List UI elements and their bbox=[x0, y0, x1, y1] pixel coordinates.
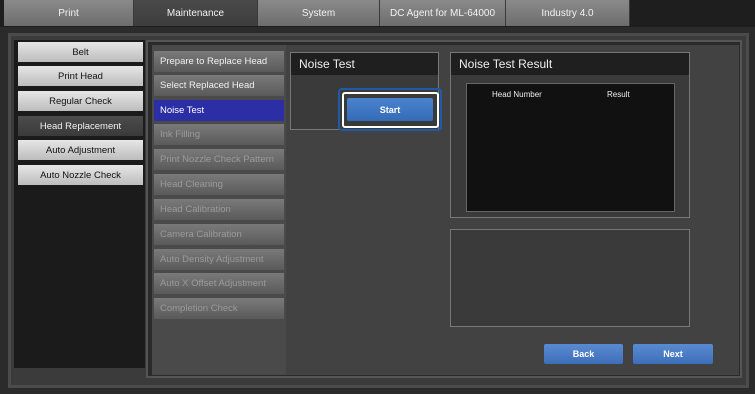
step-head-calibration[interactable]: Head Calibration bbox=[154, 199, 284, 220]
col-head-number: Head Number bbox=[492, 90, 542, 99]
left-menu bbox=[14, 40, 145, 368]
menu-regular-check[interactable]: Regular Check bbox=[18, 91, 143, 111]
step-camera-calibration[interactable]: Camera Calibration bbox=[154, 224, 284, 245]
tab-maintenance[interactable]: Maintenance bbox=[134, 0, 258, 26]
tab-system[interactable]: System bbox=[258, 0, 380, 26]
menu-belt[interactable]: Belt bbox=[18, 42, 143, 62]
noise-test-title: Noise Test bbox=[291, 53, 438, 75]
tab-industry[interactable]: Industry 4.0 bbox=[506, 0, 630, 26]
step-prepare-replace-head[interactable]: Prepare to Replace Head bbox=[154, 51, 284, 72]
back-button[interactable]: Back bbox=[544, 344, 623, 364]
next-button[interactable]: Next bbox=[633, 344, 713, 364]
step-select-replaced-head[interactable]: Select Replaced Head bbox=[154, 75, 284, 96]
menu-auto-adjustment[interactable]: Auto Adjustment bbox=[18, 140, 143, 160]
result-table bbox=[466, 83, 675, 212]
tab-dc-agent[interactable]: DC Agent for ML-64000 bbox=[380, 0, 506, 26]
message-box bbox=[450, 229, 690, 327]
step-ink-filling[interactable]: Ink Filling bbox=[154, 124, 284, 145]
step-completion-check[interactable]: Completion Check bbox=[154, 298, 284, 319]
step-print-nozzle-check-pattern[interactable]: Print Nozzle Check Pattern bbox=[154, 149, 284, 170]
col-result: Result bbox=[607, 90, 630, 99]
step-noise-test[interactable]: Noise Test bbox=[154, 100, 284, 121]
step-head-cleaning[interactable]: Head Cleaning bbox=[154, 174, 284, 195]
start-button[interactable]: Start bbox=[347, 98, 433, 121]
menu-head-replacement[interactable]: Head Replacement bbox=[18, 116, 143, 136]
tab-print[interactable]: Print bbox=[4, 0, 134, 26]
menu-auto-nozzle-check[interactable]: Auto Nozzle Check bbox=[18, 165, 143, 185]
step-auto-density-adjustment[interactable]: Auto Density Adjustment bbox=[154, 249, 284, 270]
noise-test-result-title: Noise Test Result bbox=[451, 53, 689, 75]
step-auto-x-offset-adjustment[interactable]: Auto X Offset Adjustment bbox=[154, 273, 284, 294]
menu-print-head[interactable]: Print Head bbox=[18, 66, 143, 86]
